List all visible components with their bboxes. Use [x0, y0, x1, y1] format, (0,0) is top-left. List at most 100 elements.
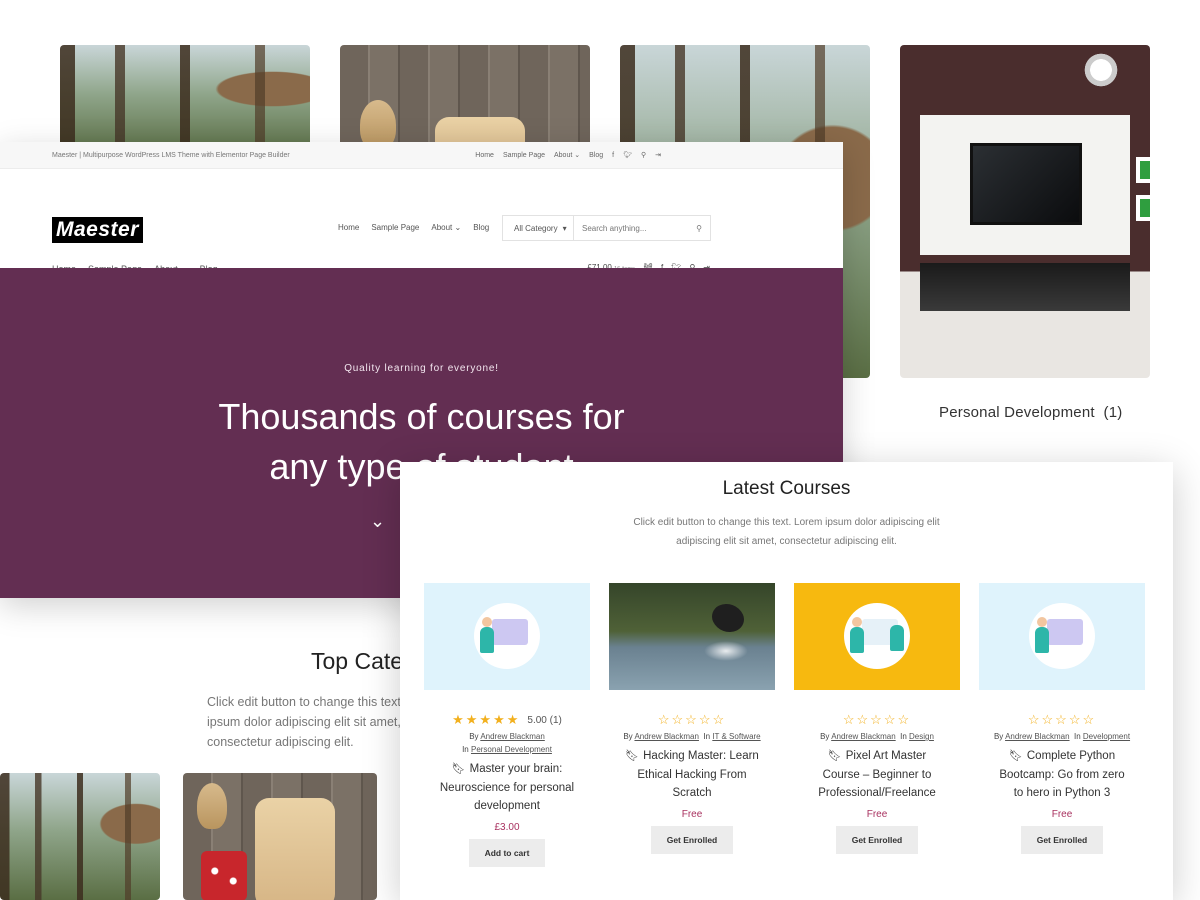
search-icon[interactable]: ⚲	[688, 224, 710, 233]
course-rating: ☆☆☆☆☆	[979, 712, 1145, 728]
chevron-down-icon: ⌄	[454, 223, 462, 232]
course-title[interactable]: 🔖︎ Hacking Master: Learn Ethical Hacking …	[609, 747, 775, 803]
in-label: In	[462, 745, 469, 754]
by-label: By	[623, 732, 633, 741]
category-image-forest-3[interactable]	[0, 773, 160, 900]
course-category-link[interactable]: Design	[909, 732, 934, 741]
get-enrolled-button[interactable]: Get Enrolled	[835, 825, 919, 854]
caret-down-icon: ▾	[562, 223, 567, 233]
main-nav-home[interactable]: Home	[338, 223, 359, 232]
course-card: ★★★★★ 5.00 (1) By Andrew Blackman In Per…	[424, 583, 590, 867]
latest-courses-desc-line-1: Click edit button to change this text. L…	[633, 517, 940, 528]
course-title[interactable]: 🔖︎ Master your brain: Neuroscience for pe…	[424, 760, 590, 816]
course-rating: ★★★★★ 5.00 (1)	[424, 712, 590, 728]
category-image-wood-2[interactable]	[183, 773, 377, 900]
topbar-menu-sample-page[interactable]: Sample Page	[503, 152, 545, 159]
search-icon[interactable]: ⚲	[641, 151, 646, 159]
star-empty-icon: ☆☆☆☆☆	[1027, 712, 1097, 727]
by-label: By	[993, 732, 1004, 741]
star-filled-icon: ★★★★★	[452, 712, 521, 727]
course-price: £3.00	[494, 821, 520, 833]
main-nav-blog[interactable]: Blog	[473, 223, 489, 232]
course-card: ☆☆☆☆☆ By Andrew Blackman In Development …	[979, 583, 1145, 854]
course-title[interactable]: 🔖︎ Pixel Art Master Course – Beginner to …	[794, 747, 960, 803]
latest-courses-desc: Click edit button to change this text. L…	[400, 513, 1173, 551]
by-label: By	[469, 732, 479, 741]
course-rating: ☆☆☆☆☆	[794, 712, 960, 728]
course-author-line: By Andrew Blackman	[424, 732, 590, 741]
hero-heading-line-1: Thousands of courses for	[218, 396, 625, 437]
course-thumbnail[interactable]	[609, 583, 775, 690]
get-enrolled-button[interactable]: Get Enrolled	[650, 825, 734, 854]
course-meta-line: By Andrew Blackman In Design	[794, 732, 960, 741]
main-nav-about[interactable]: About ⌄	[431, 223, 461, 232]
course-category-link[interactable]: Development	[1083, 732, 1130, 741]
course-meta-line: By Andrew Blackman In Development	[979, 732, 1145, 741]
add-to-cart-button[interactable]: Add to cart	[468, 838, 546, 867]
search-input[interactable]: Search anything...	[574, 224, 688, 233]
scroll-down-chevron-icon[interactable]: ⌄	[370, 511, 385, 532]
topbar-title: Maester | Multipurpose WordPress LMS The…	[52, 151, 290, 159]
category-name: Personal Development	[939, 404, 1095, 421]
search-category-select[interactable]: All Category ▾	[503, 216, 574, 240]
showcase-stage: Personal Development (1) Top Categories …	[0, 0, 1200, 900]
latest-courses-section: Latest Courses Click edit button to chan…	[400, 462, 1173, 900]
topbar-about-label: About	[554, 152, 573, 159]
bookmark-filled-icon[interactable]: 🔖︎	[625, 750, 639, 762]
main-nav-sample-page[interactable]: Sample Page	[371, 223, 419, 232]
topbar-menu-home[interactable]: Home	[475, 152, 494, 159]
top-bar: Maester | Multipurpose WordPress LMS The…	[0, 142, 843, 169]
course-title[interactable]: 🔖︎ Complete Python Bootcamp: Go from zero…	[979, 747, 1145, 803]
site-header: Maester Home Sample Page About ⌄ Blog Al…	[0, 169, 843, 274]
login-icon[interactable]: ⇥	[655, 151, 661, 159]
course-rating: ☆☆☆☆☆	[609, 712, 775, 728]
course-author-link[interactable]: Andrew Blackman	[831, 732, 895, 741]
latest-courses-title: Latest Courses	[722, 478, 851, 499]
by-label: By	[820, 732, 830, 741]
chevron-down-icon: ⌄	[574, 152, 581, 159]
rating-value: 5.00 (1)	[527, 714, 562, 726]
course-author-link[interactable]: Andrew Blackman	[634, 732, 698, 741]
category-image-personal-development[interactable]	[900, 45, 1150, 378]
course-thumbnail[interactable]	[794, 583, 960, 690]
latest-courses-desc-line-2: adipiscing elit sit amet, consectetur ad…	[676, 536, 897, 547]
course-thumbnail[interactable]	[979, 583, 1145, 690]
site-logo[interactable]: Maester	[52, 217, 143, 243]
star-empty-icon: ☆☆☆☆☆	[657, 712, 727, 727]
course-price: Free	[866, 808, 888, 820]
in-label: In	[703, 732, 711, 741]
category-image-wood[interactable]	[340, 45, 590, 155]
category-caption-personal-development[interactable]: Personal Development (1)	[939, 404, 1122, 421]
topbar-menu-blog[interactable]: Blog	[589, 152, 603, 159]
main-nav: Home Sample Page About ⌄ Blog	[338, 223, 489, 232]
course-card: ☆☆☆☆☆ By Andrew Blackman In Design 🔖︎ Pix…	[794, 583, 960, 854]
main-nav-about-label: About	[431, 223, 453, 232]
bookmark-icon[interactable]: 🔖︎	[452, 763, 466, 775]
twitter-icon[interactable]: 🐦︎	[623, 151, 632, 159]
search-category-label: All Category	[514, 223, 558, 233]
bookmark-icon[interactable]: 🔖︎	[1009, 750, 1023, 762]
facebook-icon[interactable]: f	[612, 152, 614, 159]
course-category-link[interactable]: Personal Development	[471, 745, 552, 754]
course-thumbnail[interactable]	[424, 583, 590, 690]
course-price: Free	[1051, 808, 1073, 820]
in-label: In	[900, 732, 907, 741]
course-author-link[interactable]: Andrew Blackman	[1005, 732, 1069, 741]
get-enrolled-button[interactable]: Get Enrolled	[1020, 825, 1104, 854]
course-category-line: In Personal Development	[424, 745, 590, 754]
course-card: ☆☆☆☆☆ By Andrew Blackman In IT & Softwar…	[609, 583, 775, 854]
course-title-text: Hacking Master: Learn Ethical Hacking Fr…	[637, 750, 759, 799]
category-count: (1)	[1103, 404, 1123, 421]
search-bar: All Category ▾ Search anything... ⚲	[502, 215, 711, 241]
course-meta-line: By Andrew Blackman In IT & Software	[609, 732, 775, 741]
bookmark-icon[interactable]: 🔖︎	[828, 750, 842, 762]
course-price: Free	[681, 808, 703, 820]
course-author-link[interactable]: Andrew Blackman	[480, 732, 544, 741]
category-image-forest[interactable]	[60, 45, 310, 155]
in-label: In	[1074, 732, 1081, 741]
star-empty-icon: ☆☆☆☆☆	[842, 712, 912, 727]
topbar-menu-about[interactable]: About ⌄	[554, 151, 580, 159]
course-category-link[interactable]: IT & Software	[712, 732, 760, 741]
hero-tagline: Quality learning for everyone!	[344, 363, 499, 374]
topbar-menu: Home Sample Page About ⌄ Blog f 🐦︎ ⚲ ⇥	[475, 151, 661, 160]
